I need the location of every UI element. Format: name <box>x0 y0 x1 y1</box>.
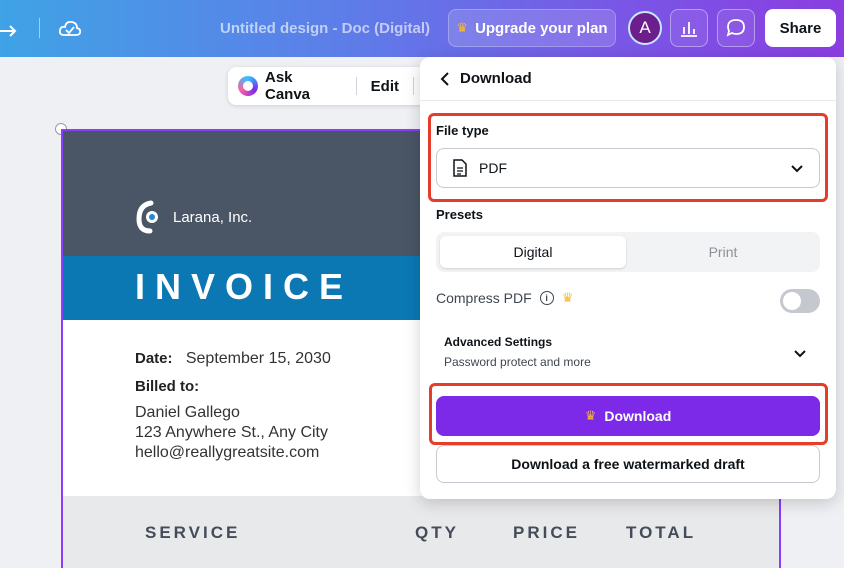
column-service: SERVICE <box>145 523 241 542</box>
preset-digital[interactable]: Digital <box>440 236 626 268</box>
download-highlight <box>429 383 828 445</box>
billed-address: 123 Anywhere St., Any City <box>135 424 328 441</box>
upgrade-button[interactable]: ♛ Upgrade your plan <box>448 9 616 47</box>
download-panel-title: Download <box>460 70 532 87</box>
date-value: September 15, 2030 <box>185 350 331 367</box>
compress-pdf-label: Compress PDF <box>436 290 532 306</box>
company-brand: Larana, Inc. <box>135 199 252 235</box>
back-chevron-icon[interactable] <box>440 71 450 86</box>
document-title[interactable]: Untitled design - Doc (Digital) <box>220 20 430 37</box>
canva-ai-icon <box>238 76 258 96</box>
comment-icon <box>726 19 745 37</box>
edit-button[interactable]: Edit <box>371 78 399 95</box>
insights-button[interactable] <box>670 9 708 47</box>
crown-icon: ♛ <box>456 20 469 35</box>
date-label: Date: <box>135 350 173 367</box>
presets-segmented-control: Digital Print <box>436 232 820 272</box>
comments-button[interactable] <box>717 9 755 47</box>
column-total: TOTAL <box>626 523 697 542</box>
table-header: SERVICE QTY PRICE TOTAL <box>63 496 779 568</box>
avatar[interactable]: A <box>628 11 662 45</box>
billing-info: Date: September 15, 2030 Billed to: Dani… <box>135 349 331 463</box>
toggle-knob <box>783 292 801 310</box>
billed-label: Billed to: <box>135 378 200 395</box>
top-bar: Untitled design - Doc (Digital) ♛ Upgrad… <box>0 0 844 57</box>
column-qty: QTY <box>415 523 459 542</box>
company-logo-icon <box>136 200 158 234</box>
preset-print[interactable]: Print <box>630 236 816 268</box>
compress-pdf-toggle[interactable] <box>780 289 820 313</box>
invoice-title: INVOICE <box>135 266 354 307</box>
watermarked-draft-button[interactable]: Download a free watermarked draft <box>436 445 820 483</box>
bar-chart-icon <box>681 22 697 37</box>
toolbar-divider <box>39 18 40 38</box>
toolbar-divider <box>413 77 414 95</box>
file-type-highlight <box>428 113 828 202</box>
billed-email: hello@reallygreatsite.com <box>135 444 320 461</box>
info-icon[interactable]: i <box>539 291 554 305</box>
column-price: PRICE <box>513 523 580 542</box>
chevron-down-icon[interactable] <box>792 345 808 361</box>
billed-name: Daniel Gallego <box>135 404 240 421</box>
toolbar-divider <box>355 77 357 95</box>
advanced-settings-title: Advanced Settings <box>444 335 553 349</box>
crown-icon: ♛ <box>561 290 574 305</box>
download-panel-header: Download <box>420 57 836 101</box>
compress-pdf-row: Compress PDF i ♛ <box>436 290 573 306</box>
presets-label: Presets <box>436 207 483 222</box>
context-toolbar: Ask Canva Edit <box>228 67 428 105</box>
redo-icon[interactable] <box>0 14 24 42</box>
cloud-saved-icon[interactable] <box>57 15 83 41</box>
advanced-settings-subtitle: Password protect and more <box>444 355 591 369</box>
ask-canva-button[interactable]: Ask Canva <box>265 69 342 103</box>
company-name: Larana, Inc. <box>173 208 253 226</box>
advanced-settings[interactable]: Advanced Settings Password protect and m… <box>444 335 591 369</box>
share-button[interactable]: Share <box>765 9 836 47</box>
upgrade-label: Upgrade your plan <box>475 19 608 37</box>
